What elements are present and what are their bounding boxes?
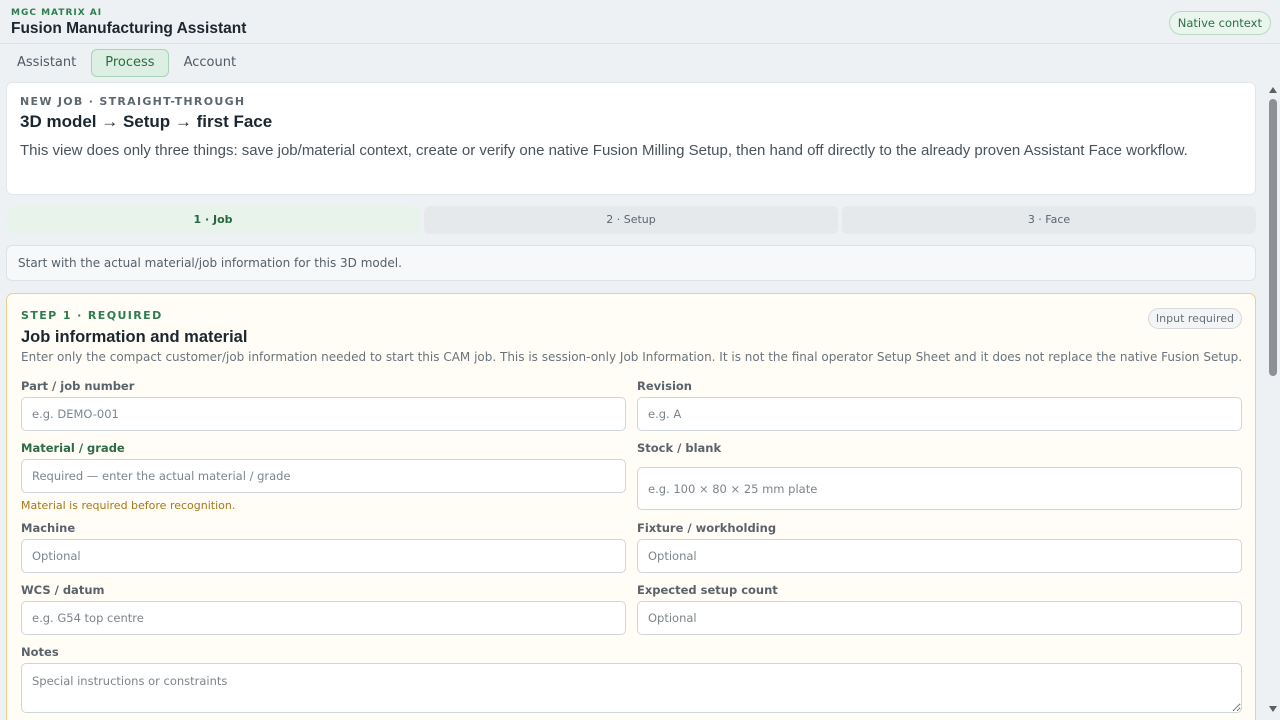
scrollbar-thumb[interactable]: [1269, 99, 1277, 376]
part-number-input[interactable]: [21, 397, 626, 431]
intro-title: 3D model → Setup → first Face: [20, 112, 273, 131]
machine-label: Machine: [21, 521, 76, 535]
part-label: Part / job number: [21, 379, 135, 393]
app-title: Fusion Manufacturing Assistant: [11, 20, 247, 37]
wcs-label: WCS / datum: [21, 583, 105, 597]
stock-label: Stock / blank: [637, 441, 722, 455]
material-label: Material / grade: [21, 441, 125, 455]
notes-label: Notes: [21, 645, 59, 659]
stock-input[interactable]: [637, 467, 1242, 510]
main-tabs: Assistant Process Account: [6, 49, 247, 77]
input-required-badge: Input required: [1147, 308, 1242, 329]
material-input[interactable]: [21, 459, 626, 493]
setup-count-input[interactable]: [637, 601, 1242, 635]
revision-label: Revision: [637, 379, 692, 393]
scroll-up-arrow-icon[interactable]: [1269, 87, 1277, 93]
form-eyebrow: STEP 1 · REQUIRED: [21, 309, 163, 322]
setup-count-label: Expected setup count: [637, 583, 778, 597]
step-progress: 1 · Job 2 · Setup 3 · Face: [6, 206, 1256, 234]
step-face[interactable]: 3 · Face: [842, 206, 1256, 234]
content-scroll-area: NEW JOB · STRAIGHT-THROUGH 3D model → Se…: [0, 82, 1260, 720]
intro-eyebrow: NEW JOB · STRAIGHT-THROUGH: [20, 95, 246, 108]
wcs-input[interactable]: [21, 601, 626, 635]
tab-process[interactable]: Process: [91, 49, 169, 77]
hint-box: Start with the actual material/job infor…: [6, 245, 1256, 281]
fixture-input[interactable]: [637, 539, 1242, 573]
native-context-badge[interactable]: Native context: [1168, 11, 1271, 35]
notes-textarea[interactable]: [21, 663, 1242, 713]
machine-input[interactable]: [21, 539, 626, 573]
brand-label: MGC MATRIX AI: [11, 8, 103, 18]
scroll-down-arrow-icon[interactable]: [1269, 706, 1277, 712]
tab-account[interactable]: Account: [173, 49, 248, 77]
material-warning: Material is required before recognition.: [21, 499, 236, 512]
step-job[interactable]: 1 · Job: [6, 206, 420, 234]
app-header: MGC MATRIX AI Fusion Manufacturing Assis…: [0, 0, 1280, 44]
vertical-scrollbar[interactable]: [1266, 82, 1280, 720]
form-description: Enter only the compact customer/job info…: [21, 350, 1243, 364]
job-info-card: STEP 1 · REQUIRED Job information and ma…: [6, 293, 1256, 720]
revision-input[interactable]: [637, 397, 1242, 431]
tab-assistant[interactable]: Assistant: [6, 49, 87, 77]
fixture-label: Fixture / workholding: [637, 521, 777, 535]
form-title: Job information and material: [21, 328, 248, 346]
intro-description: This view does only three things: save j…: [20, 142, 1188, 159]
intro-card: NEW JOB · STRAIGHT-THROUGH 3D model → Se…: [6, 82, 1256, 195]
step-setup[interactable]: 2 · Setup: [424, 206, 838, 234]
